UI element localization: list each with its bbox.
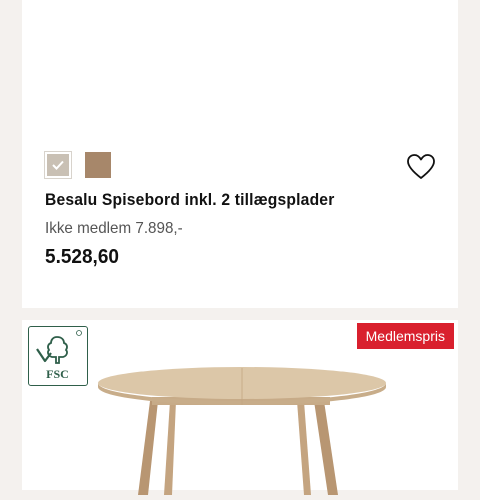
fsc-logo: FSC [28, 326, 88, 386]
member-price-badge: Medlemspris [356, 323, 454, 349]
check-icon [45, 152, 71, 178]
non-member-price: Ikke medlem 7.898,- [45, 220, 183, 237]
swatch-light-oak[interactable] [44, 151, 72, 179]
product-card[interactable]: Besalu Spisebord inkl. 2 tillægsplader I… [22, 0, 458, 308]
swatch-dark-oak[interactable] [84, 151, 112, 179]
fsc-label: FSC [46, 367, 69, 381]
member-price: 5.528,60 [45, 246, 119, 268]
swatch-fill [85, 152, 111, 178]
favorite-heart-icon[interactable] [406, 153, 438, 183]
product-card[interactable]: FSC Medlemspris [22, 320, 458, 495]
color-swatches [44, 151, 112, 179]
product-image[interactable] [22, 0, 458, 140]
table-product-image[interactable] [92, 365, 392, 495]
product-title[interactable]: Besalu Spisebord inkl. 2 tillægsplader [45, 190, 334, 210]
